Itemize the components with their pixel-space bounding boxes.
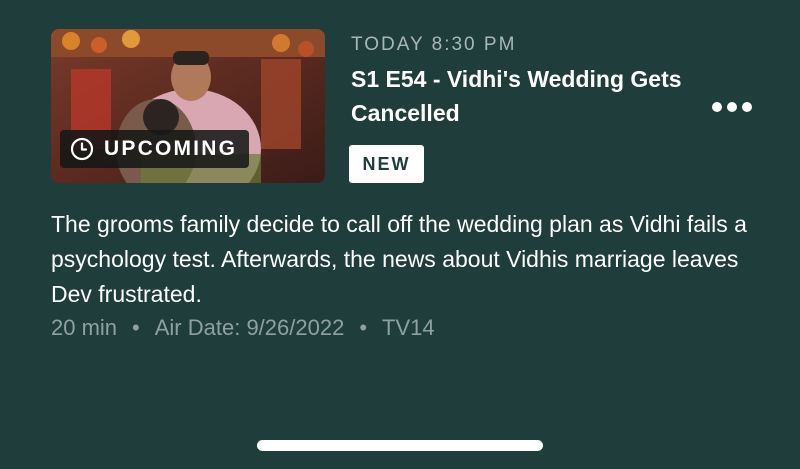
content-rating: TV14 <box>382 315 435 340</box>
episode-title[interactable]: S1 E54 - Vidhi's Wedding Gets Cancelled <box>351 62 691 130</box>
episode-meta: 20 min • Air Date: 9/26/2022 • TV14 <box>51 315 435 341</box>
more-dot <box>727 102 737 112</box>
air-date: Air Date: 9/26/2022 <box>154 315 345 340</box>
episode-detail-screen: UPCOMING TODAY 8:30 PM S1 E54 - Vidhi's … <box>0 0 800 469</box>
clock-icon <box>70 137 94 161</box>
home-indicator[interactable] <box>257 440 543 451</box>
meta-separator: • <box>359 315 368 340</box>
new-badge: NEW <box>349 145 424 183</box>
more-dot <box>742 102 752 112</box>
meta-separator: • <box>132 315 140 340</box>
more-options-icon[interactable] <box>707 92 757 122</box>
episode-description: The grooms family decide to call off the… <box>51 211 747 307</box>
duration: 20 min <box>51 315 118 340</box>
upcoming-badge: UPCOMING <box>60 130 250 168</box>
more-dot <box>712 102 722 112</box>
air-time: TODAY 8:30 PM <box>351 34 517 55</box>
episode-thumbnail[interactable]: UPCOMING <box>51 29 325 183</box>
upcoming-label: UPCOMING <box>104 137 238 160</box>
